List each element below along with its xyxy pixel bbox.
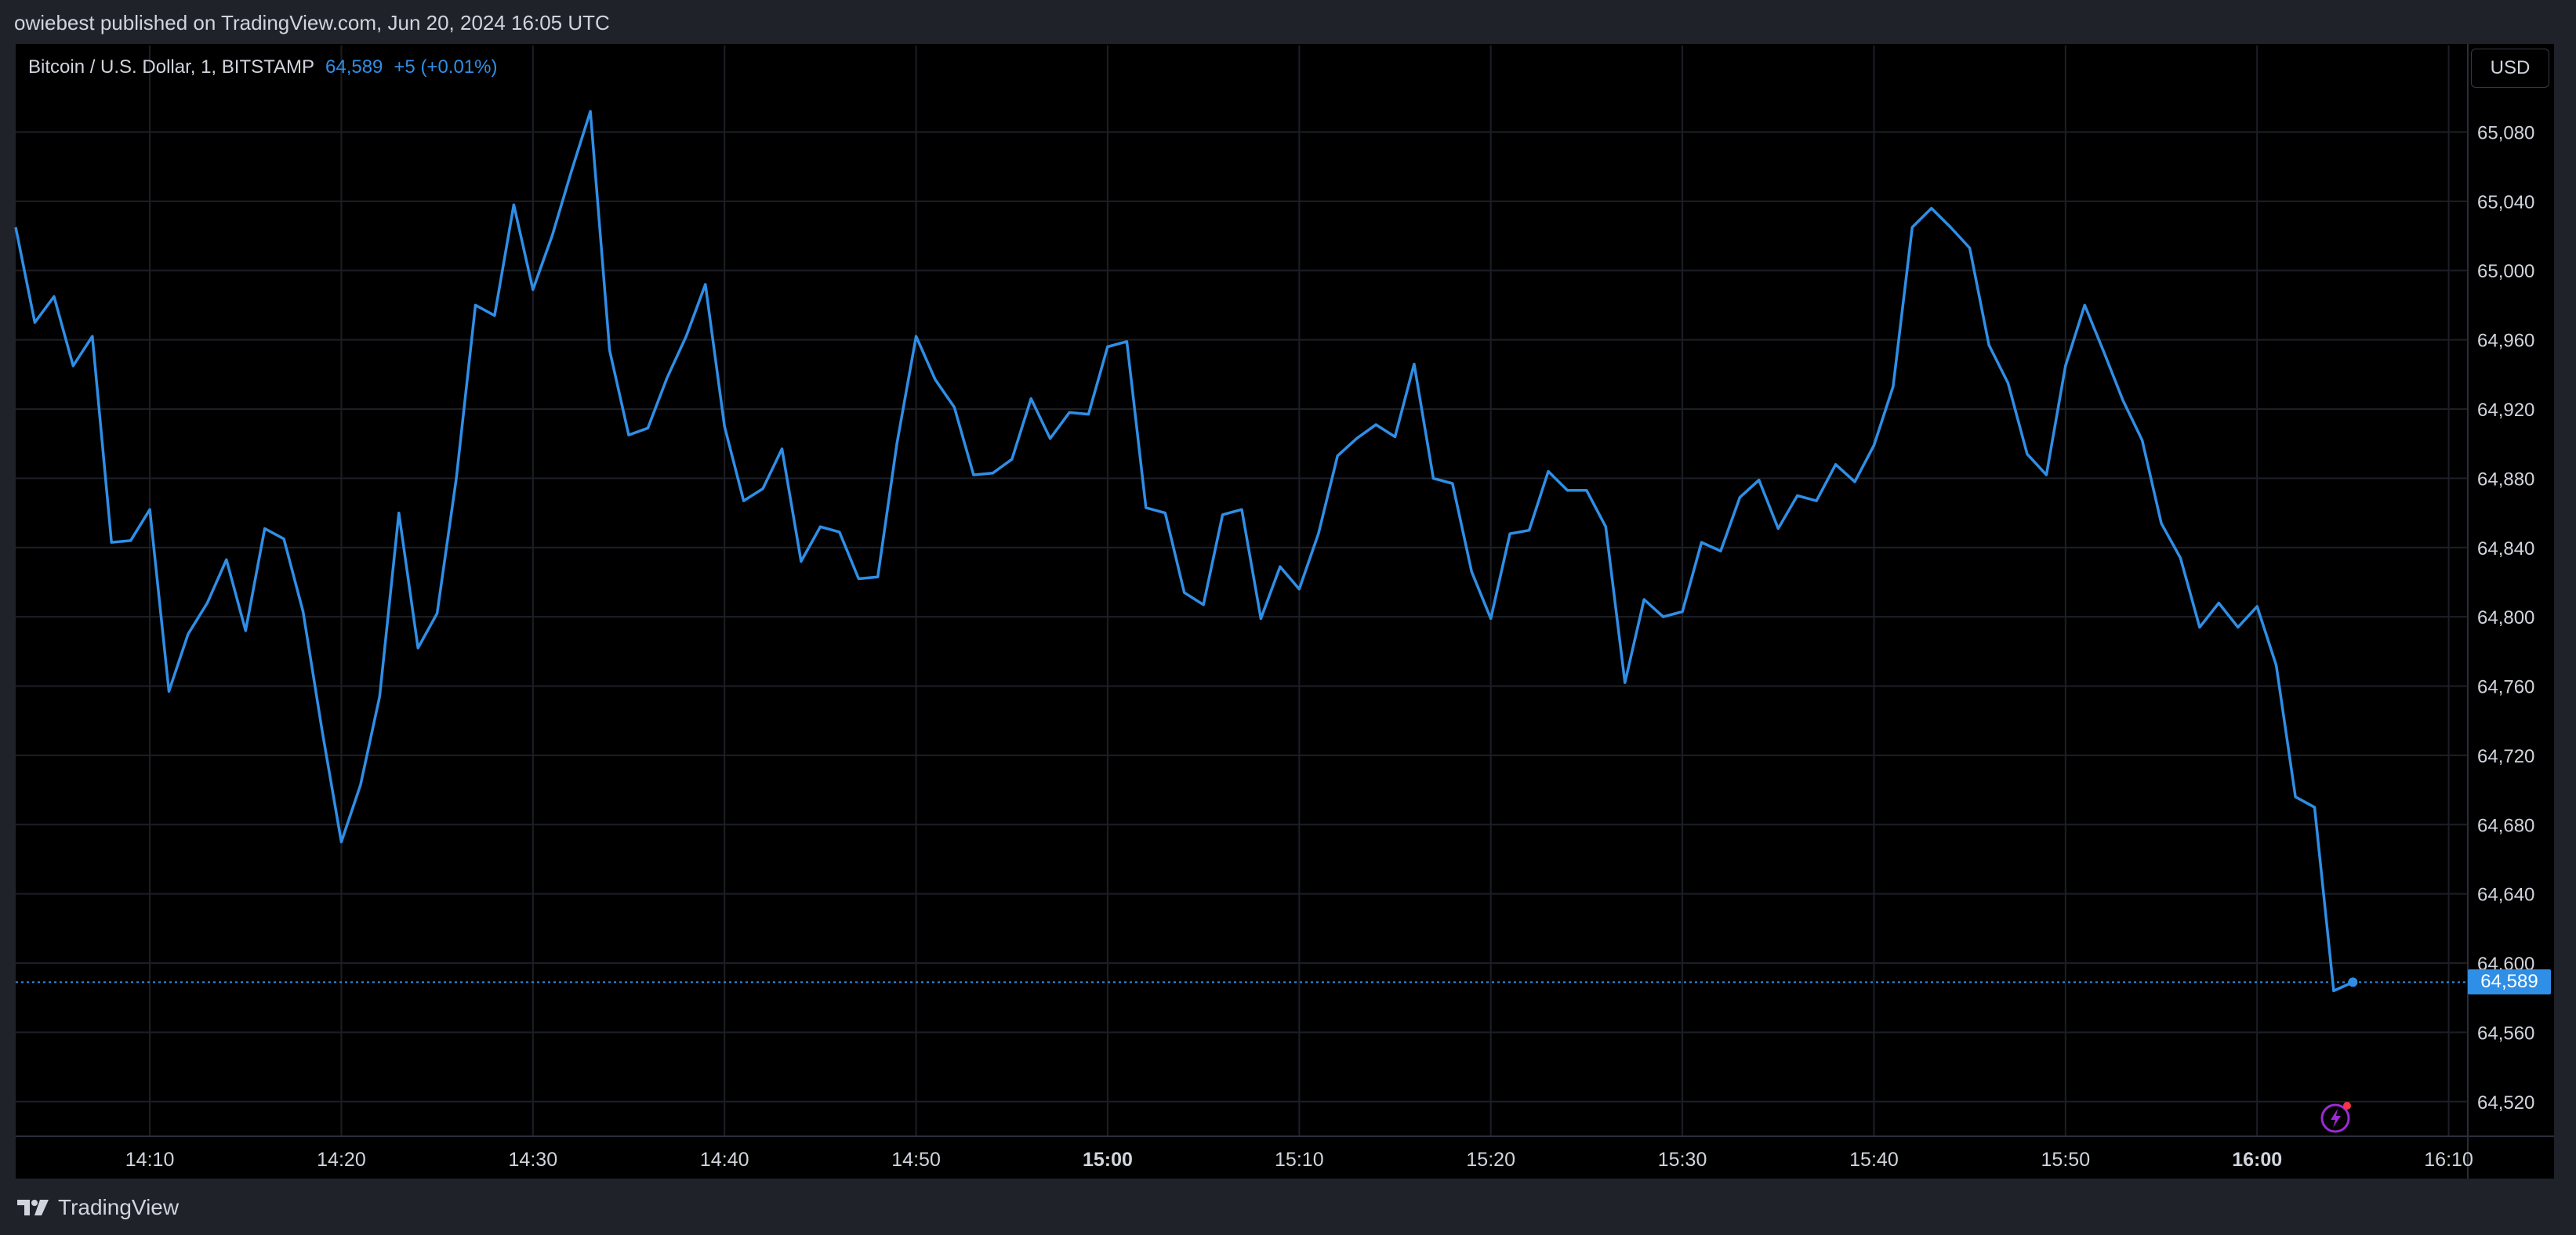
y-tick-label: 65,040: [2477, 192, 2534, 213]
y-tick-label: 64,840: [2477, 538, 2534, 560]
symbol-legend: Bitcoin / U.S. Dollar, 1, BITSTAMP 64,58…: [28, 56, 498, 78]
y-tick-label: 64,720: [2477, 746, 2534, 767]
price-axis: 65,080 65,040 65,000 64,960 64,920 64,880 64,8…: [2477, 122, 2534, 1113]
last-price-point: [2348, 977, 2358, 987]
chart-grid: [16, 44, 2554, 1179]
x-tick-label: 15:10: [1275, 1149, 1324, 1171]
x-tick-label: 15:00: [1083, 1149, 1133, 1171]
x-tick-label: 15:30: [1658, 1149, 1707, 1171]
x-tick-label: 14:50: [891, 1149, 941, 1171]
brand[interactable]: TradingView: [16, 1195, 179, 1220]
y-tick-label: 64,680: [2477, 815, 2534, 836]
price-line-series: [14, 110, 2354, 993]
x-tick-label: 14:30: [509, 1149, 558, 1171]
x-tick-label: 15:40: [1849, 1149, 1899, 1171]
y-tick-label: 64,560: [2477, 1023, 2534, 1044]
footer-bar: [0, 1179, 2576, 1235]
y-tick-label: 64,760: [2477, 677, 2534, 698]
last-price-badge: 64,589: [2468, 969, 2551, 995]
x-tick-label: 14:40: [700, 1149, 749, 1171]
y-tick-label: 65,080: [2477, 122, 2534, 143]
y-tick-label: 64,800: [2477, 607, 2534, 628]
symbol-name[interactable]: Bitcoin / U.S. Dollar, 1, BITSTAMP: [28, 56, 314, 78]
legend-change: +5 (+0.01%): [394, 56, 498, 78]
lightning-bolt-icon[interactable]: [2319, 1099, 2355, 1135]
legend-last-price: 64,589: [325, 56, 383, 78]
time-axis: 14:10 14:20 14:30 14:40 14:50 15:00 15:10 15:20…: [125, 1149, 2473, 1171]
x-tick-label: 14:10: [125, 1149, 175, 1171]
y-tick-label: 65,000: [2477, 261, 2534, 282]
y-tick-label: 64,880: [2477, 469, 2534, 490]
x-tick-label: 16:10: [2424, 1149, 2473, 1171]
y-tick-label: 64,520: [2477, 1092, 2534, 1114]
y-tick-label: 64,960: [2477, 331, 2534, 352]
y-tick-label: 64,920: [2477, 400, 2534, 421]
price-chart[interactable]: 65,080 65,040 65,000 64,960 64,920 64,880 64,8…: [0, 0, 2576, 1179]
y-tick-label: 64,640: [2477, 885, 2534, 906]
x-tick-label: 16:00: [2232, 1149, 2282, 1171]
currency-button[interactable]: USD: [2471, 49, 2549, 88]
x-tick-label: 15:50: [2041, 1149, 2091, 1171]
x-tick-label: 14:20: [317, 1149, 366, 1171]
tradingview-logo-icon: [17, 1200, 49, 1215]
brand-name: TradingView: [58, 1195, 180, 1219]
x-tick-label: 15:20: [1466, 1149, 1515, 1171]
